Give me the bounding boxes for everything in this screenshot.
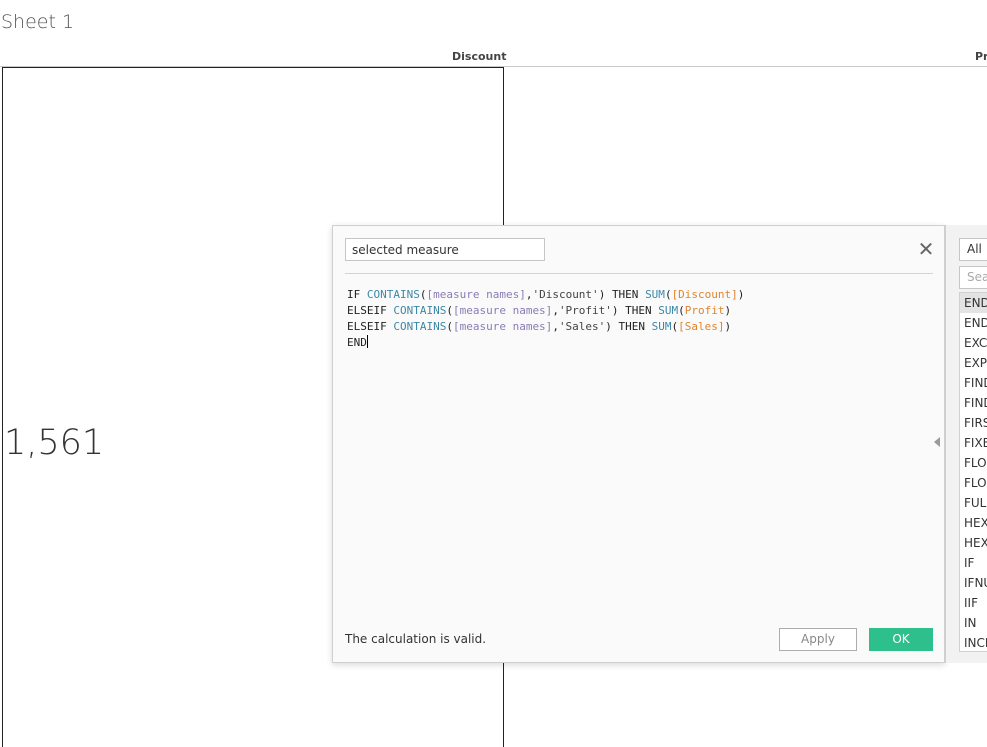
function-list-item[interactable]: END [960,313,987,333]
function-reference-panel: All Sea END END EXC EXP FIND FIND FIRS F… [945,225,987,663]
function-list-item[interactable]: FIRS [960,413,987,433]
dialog-divider [345,273,933,274]
text-caret [366,335,368,348]
measure-value-text[interactable]: 1,561 [4,423,104,463]
function-list-item[interactable]: IF [960,553,987,573]
ok-button[interactable]: OK [869,628,933,651]
apply-button[interactable]: Apply [779,628,857,651]
formula-line-1: IF CONTAINS([measure names],'Discount') … [347,288,745,301]
column-header-discount[interactable]: Discount [452,50,506,63]
function-list-item[interactable]: INCI [960,633,987,651]
function-list-item[interactable]: FIND [960,393,987,413]
function-list-item[interactable]: IIF [960,593,987,613]
calculation-editor-dialog: ✕ IF CONTAINS([measure names],'Discount'… [332,225,945,663]
sheet-title: Sheet 1 [1,11,75,33]
function-list-item[interactable]: FUL [960,493,987,513]
function-list-item[interactable]: FIND [960,373,987,393]
formula-line-2: ELSEIF CONTAINS([measure names],'Profit'… [347,304,732,317]
collapse-panel-icon[interactable] [934,437,940,447]
function-list-item[interactable]: IFNU [960,573,987,593]
close-icon[interactable]: ✕ [916,239,936,259]
function-list-item[interactable]: FLO [960,453,987,473]
formula-line-3: ELSEIF CONTAINS([measure names],'Sales')… [347,320,732,333]
function-list-item[interactable]: END [960,293,987,313]
formula-editor[interactable]: IF CONTAINS([measure names],'Discount') … [347,287,927,607]
function-list-item[interactable]: HEX [960,533,987,553]
validation-status: The calculation is valid. [345,632,487,646]
function-list-item[interactable]: IN [960,613,987,633]
function-list-item[interactable]: FIXE [960,433,987,453]
column-header-profit[interactable]: Pr [975,50,987,63]
function-search-input[interactable]: Sea [959,266,987,289]
function-list-item[interactable]: EXP [960,353,987,373]
function-list-item[interactable]: FLO [960,473,987,493]
formula-line-4: END [347,335,368,349]
function-list: END END EXC EXP FIND FIND FIRS FIXE FLO … [959,292,987,652]
function-category-dropdown[interactable]: All [959,238,987,261]
calculation-name-input[interactable] [345,238,545,261]
function-list-item[interactable]: EXC [960,333,987,353]
function-list-item[interactable]: HEX [960,513,987,533]
